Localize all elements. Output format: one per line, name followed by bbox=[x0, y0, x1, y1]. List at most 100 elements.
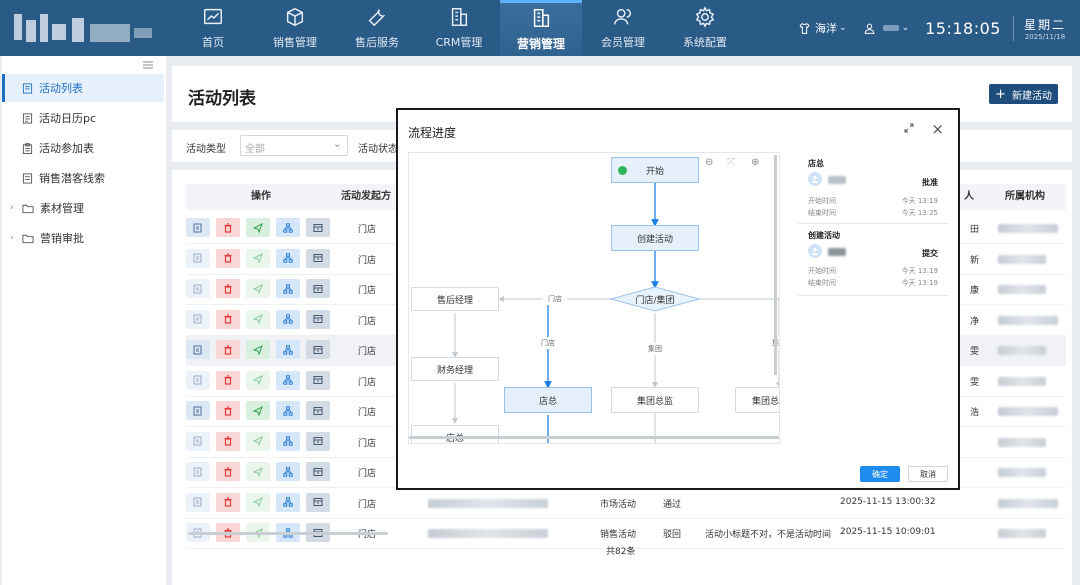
archive-icon bbox=[313, 254, 323, 262]
maximize-icon[interactable] bbox=[904, 123, 914, 133]
edit-icon bbox=[193, 223, 202, 232]
archive-button[interactable] bbox=[306, 462, 330, 481]
close-icon[interactable]: × bbox=[931, 120, 944, 138]
flow-horizontal-scrollbar[interactable] bbox=[409, 436, 779, 439]
flow-node-group-supervisor-1[interactable]: 集团总监 bbox=[611, 387, 699, 413]
flow-node-finance-manager[interactable]: 财务经理 bbox=[411, 357, 499, 381]
sidebar-item-materials[interactable]: › 素材管理 bbox=[2, 194, 164, 222]
flow-chart-button[interactable] bbox=[276, 401, 300, 420]
archive-button[interactable] bbox=[306, 431, 330, 451]
archive-button[interactable] bbox=[306, 279, 330, 298]
new-activity-button[interactable]: + 新建活动 bbox=[989, 84, 1058, 104]
flow-node-store-manager[interactable]: 店总 bbox=[504, 387, 592, 413]
menu-collapse-icon[interactable] bbox=[142, 60, 154, 70]
archive-icon bbox=[313, 406, 323, 415]
delete-button[interactable] bbox=[216, 370, 240, 390]
nav-marketing[interactable]: 营销管理 bbox=[500, 0, 582, 56]
activity-type-select[interactable]: 全部 bbox=[240, 135, 348, 156]
edit-button[interactable] bbox=[186, 370, 210, 390]
user-icon bbox=[864, 23, 874, 34]
sidebar-item-marketing-approval[interactable]: › 营销审批 bbox=[2, 224, 164, 252]
flow-node-group-supervisor-2[interactable]: 集团总监 bbox=[735, 387, 779, 413]
flow-chart-button[interactable] bbox=[276, 218, 300, 237]
nav-home[interactable]: 首页 bbox=[172, 0, 254, 56]
nav-system[interactable]: 系统配置 bbox=[664, 0, 746, 56]
edit-button[interactable] bbox=[186, 279, 210, 298]
archive-button[interactable] bbox=[306, 492, 330, 512]
delete-button[interactable] bbox=[216, 462, 240, 481]
archive-button[interactable] bbox=[306, 309, 330, 329]
edit-button[interactable] bbox=[186, 309, 210, 329]
flow-node-label: 门店/集团 bbox=[635, 295, 675, 306]
delete-button[interactable] bbox=[216, 340, 240, 359]
activity-type-label: 活动类型 bbox=[186, 144, 226, 155]
table-row[interactable]: 门店 市场活动 通过 2025-11-15 13:00:32 bbox=[186, 489, 1066, 519]
send-icon bbox=[253, 497, 263, 507]
flow-node-after-sales-manager[interactable]: 售后经理 bbox=[411, 287, 499, 311]
edit-button[interactable] bbox=[186, 401, 210, 420]
send-button[interactable] bbox=[246, 248, 270, 268]
end-time-label: 结束时间 bbox=[808, 209, 836, 217]
edit-icon bbox=[193, 406, 202, 415]
archive-button[interactable] bbox=[306, 401, 330, 420]
flow-chart-button[interactable] bbox=[276, 462, 300, 481]
archive-button[interactable] bbox=[306, 218, 330, 237]
edit-button[interactable] bbox=[186, 431, 210, 451]
delete-icon bbox=[224, 405, 232, 416]
flow-chart-button[interactable] bbox=[276, 370, 300, 390]
send-button[interactable] bbox=[246, 218, 270, 237]
initiator-cell: 门店 bbox=[358, 469, 377, 479]
nav-crm[interactable]: CRM管理 bbox=[418, 0, 500, 56]
send-icon bbox=[253, 344, 263, 355]
date: 2025/11/18 bbox=[1024, 32, 1066, 41]
flow-gateway-store-group[interactable]: 门店/集团 bbox=[625, 291, 685, 307]
archive-button[interactable] bbox=[306, 340, 330, 359]
cancel-button[interactable]: 取消 bbox=[908, 466, 948, 482]
flow-chart-button[interactable] bbox=[276, 248, 300, 268]
flow-chart-button[interactable] bbox=[276, 431, 300, 451]
nav-sales[interactable]: 销售管理 bbox=[254, 0, 336, 56]
send-button[interactable] bbox=[246, 492, 270, 512]
send-button[interactable] bbox=[246, 431, 270, 451]
user-menu[interactable]: ⌄ bbox=[863, 22, 909, 35]
send-button[interactable] bbox=[246, 401, 270, 420]
sidebar-item-activity-participants[interactable]: 活动参加表 bbox=[2, 134, 164, 162]
delete-button[interactable] bbox=[216, 431, 240, 451]
edit-button[interactable] bbox=[186, 340, 210, 359]
delete-button[interactable] bbox=[216, 492, 240, 512]
store-switcher[interactable]: 海洋 ⌄ bbox=[798, 20, 847, 36]
flow-chart-button[interactable] bbox=[276, 340, 300, 359]
delete-button[interactable] bbox=[216, 218, 240, 237]
flow-chart-button[interactable] bbox=[276, 309, 300, 329]
nav-members[interactable]: 会员管理 bbox=[582, 0, 664, 56]
delete-button[interactable] bbox=[216, 309, 240, 329]
delete-button[interactable] bbox=[216, 401, 240, 420]
send-button[interactable] bbox=[246, 279, 270, 298]
send-button[interactable] bbox=[246, 462, 270, 481]
delete-button[interactable] bbox=[216, 279, 240, 298]
delete-button[interactable] bbox=[216, 248, 240, 268]
table-horizontal-scrollbar[interactable] bbox=[188, 532, 388, 535]
nav-after-sales[interactable]: 售后服务 bbox=[336, 0, 418, 56]
edit-button[interactable] bbox=[186, 218, 210, 237]
start-time-label: 开始时间 bbox=[808, 197, 836, 205]
edit-button[interactable] bbox=[186, 248, 210, 268]
flow-node-start[interactable]: 开始 bbox=[611, 157, 699, 183]
send-button[interactable] bbox=[246, 309, 270, 329]
sidebar-item-sales-leads[interactable]: 销售潜客线索 bbox=[2, 164, 164, 192]
flow-node-store-manager-left[interactable]: 店总 bbox=[411, 425, 499, 443]
flow-chart-button[interactable] bbox=[276, 492, 300, 512]
send-button[interactable] bbox=[246, 370, 270, 390]
edit-button[interactable] bbox=[186, 492, 210, 512]
flow-chart-button[interactable] bbox=[276, 279, 300, 298]
edit-button[interactable] bbox=[186, 462, 210, 481]
sidebar-item-activity-list[interactable]: 活动列表 bbox=[2, 74, 164, 102]
flow-node-create-activity[interactable]: 创建活动 bbox=[611, 225, 699, 251]
send-button[interactable] bbox=[246, 340, 270, 359]
flow-chart-icon bbox=[283, 222, 293, 233]
confirm-button[interactable]: 确定 bbox=[860, 466, 900, 482]
archive-button[interactable] bbox=[306, 248, 330, 268]
flow-vertical-scrollbar[interactable] bbox=[774, 155, 777, 375]
sidebar-item-activity-calendar[interactable]: 活动日历pc bbox=[2, 104, 164, 132]
archive-button[interactable] bbox=[306, 370, 330, 390]
